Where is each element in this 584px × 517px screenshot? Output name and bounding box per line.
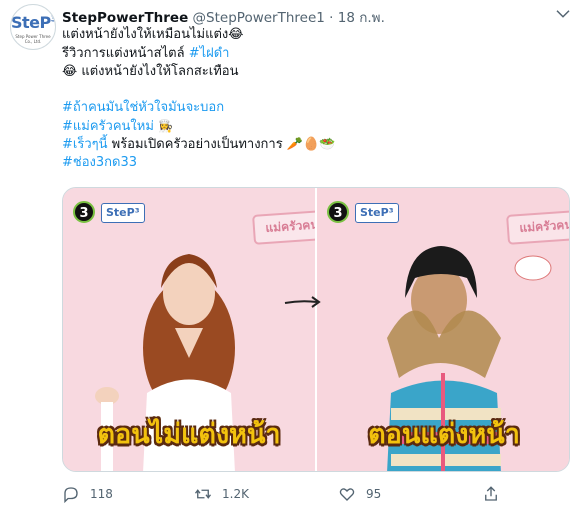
reply-icon	[64, 487, 78, 503]
channel-3-logo: 3	[327, 201, 349, 223]
tweet-header: StepPowerThree @StepPowerThree1 · 18 ก.พ…	[62, 6, 385, 28]
heart-icon	[339, 488, 355, 501]
hashtag-line-3: #เร็วๆนี้ พร้อมเปิดครัวอย่างเป็นทางการ 🥕…	[62, 136, 577, 155]
reply-button[interactable]: 118	[62, 484, 113, 504]
hashtag-link[interactable]: #ช่อง3กด33	[62, 155, 137, 170]
step-logo: SteP³	[355, 203, 399, 223]
hashtag-link[interactable]: #ไฝดำ	[189, 46, 230, 61]
hashtag-link[interactable]: #แม่ครัวคนใหม่	[62, 119, 154, 134]
step-logo: SteP³	[101, 203, 145, 223]
step-power-three-logo: SteP3	[11, 13, 56, 32]
tweet[interactable]: SteP3 Step Power Three Co., Ltd. StepPow…	[0, 0, 584, 517]
media-image-before[interactable]: 3 SteP³ แม่ครัวคนใ ตอนไม่แต่งหน้า	[63, 188, 315, 471]
logo-subtext: Step Power Three Co., Ltd.	[15, 34, 51, 44]
text-line-2: รีวิวการแต่งหน้าสไตล์ #ไฝดำ	[62, 45, 577, 64]
channel-3-logo: 3	[73, 201, 95, 223]
like-button[interactable]: 95	[338, 484, 381, 504]
more-options-icon[interactable]	[552, 4, 574, 22]
reply-count: 118	[90, 487, 113, 501]
timestamp[interactable]: 18 ก.พ.	[338, 10, 385, 26]
hashtag-line-4: #ช่อง3กด33	[62, 154, 577, 173]
caption-before: ตอนไม่แต่งหน้า	[97, 419, 281, 450]
hashtag-link[interactable]: #ถ้าคนมันใช่หัวใจมันจะบอก	[62, 100, 224, 115]
separator-dot: ·	[329, 10, 334, 26]
retweet-button[interactable]: 1.2K	[194, 484, 249, 504]
retweet-icon	[194, 489, 212, 499]
arrow-right-icon	[284, 296, 321, 308]
like-count: 95	[366, 487, 382, 501]
text-line-3: 😂 แต่งหน้ายังไงให้โลกสะเทือน	[62, 64, 239, 79]
hashtag-line-1: #ถ้าคนมันใช่หัวใจมันจะบอก	[62, 99, 577, 118]
retweet-count: 1.2K	[222, 487, 249, 501]
user-handle[interactable]: @StepPowerThree1	[193, 10, 325, 26]
text-line-2-prefix: รีวิวการแต่งหน้าสไตล์	[62, 45, 189, 61]
tweet-actions: 118 1.2K 95	[62, 484, 582, 506]
tweet-text: แต่งหน้ายังไงให้เหมือนไม่แต่ง😂 รีวิวการแ…	[62, 26, 577, 173]
chef-emoji: 👩‍🍳	[158, 119, 173, 133]
show-stamp: แม่ครัวคนใ	[506, 209, 569, 245]
tweet-media[interactable]: 3 SteP³ แม่ครัวคนใ ตอนไม่แต่งหน้า 3 SteP…	[62, 187, 570, 472]
display-name[interactable]: StepPowerThree	[62, 10, 188, 26]
avatar[interactable]: SteP3 Step Power Three Co., Ltd.	[10, 4, 56, 50]
hashtag-line-2: #แม่ครัวคนใหม่ 👩‍🍳	[62, 117, 577, 136]
text-after-hashtag: พร้อมเปิดครัวอย่างเป็นทางการ 🥕🥚🥗	[107, 136, 336, 152]
caption-after: ตอนแต่งหน้า	[368, 419, 520, 450]
hashtag-link[interactable]: #เร็วๆนี้	[62, 137, 108, 152]
share-icon	[485, 486, 497, 501]
share-button[interactable]	[482, 484, 510, 504]
show-stamp: แม่ครัวคนใ	[252, 209, 315, 245]
media-image-after[interactable]: 3 SteP³ แม่ครัวคนใ ตอนแต่งหน้า	[317, 188, 569, 471]
text-line-1: แต่งหน้ายังไงให้เหมือนไม่แต่ง😂	[62, 27, 244, 42]
